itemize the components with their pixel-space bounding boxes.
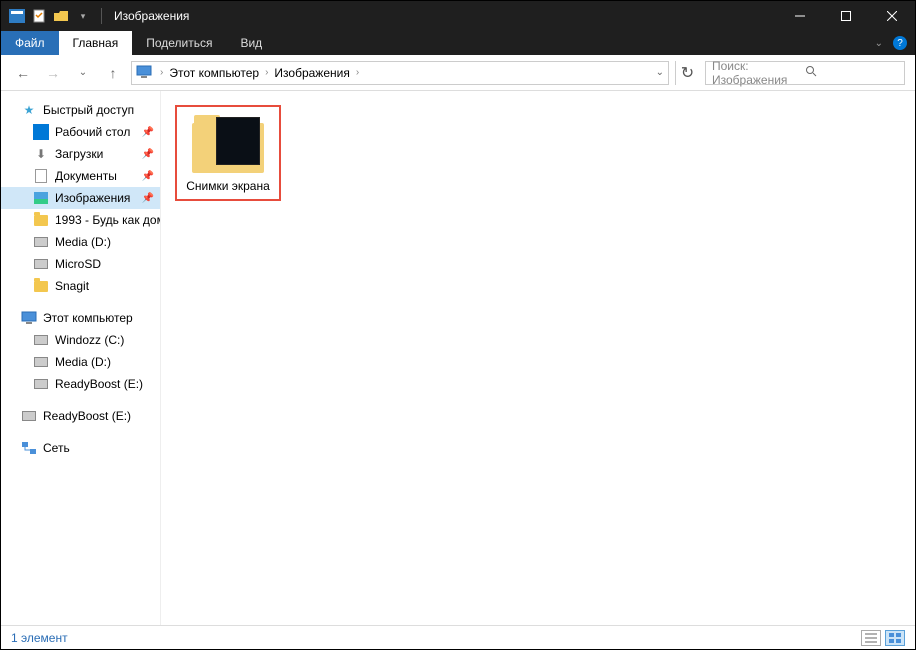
app-icon	[9, 8, 25, 24]
breadcrumb[interactable]: › Этот компьютер › Изображения › ⌄	[131, 61, 669, 85]
view-icons-button[interactable]	[885, 630, 905, 646]
sidebar-quick-access[interactable]: ★ Быстрый доступ	[1, 99, 160, 121]
sidebar-item-drive-c[interactable]: Windozz (C:)	[1, 329, 160, 351]
sidebar-item-microsd[interactable]: MicroSD	[1, 253, 160, 275]
sidebar-item-downloads[interactable]: ⬇ Загрузки 📌	[1, 143, 160, 165]
nav-up-button[interactable]: ↑	[101, 61, 125, 85]
sidebar-item-snagit[interactable]: Snagit	[1, 275, 160, 297]
sidebar-item-pictures[interactable]: Изображения 📌	[1, 187, 160, 209]
pin-icon: 📌	[142, 193, 154, 204]
tab-share[interactable]: Поделиться	[132, 31, 226, 55]
ribbon-expand-icon[interactable]: ⌄	[875, 38, 883, 49]
view-details-button[interactable]	[861, 630, 881, 646]
nav-recent-button[interactable]: ⌄	[71, 61, 95, 85]
window-title: Изображения	[114, 9, 189, 23]
sidebar-item-documents[interactable]: Документы 📌	[1, 165, 160, 187]
refresh-button[interactable]: ↻	[675, 61, 699, 85]
network-icon	[21, 440, 37, 456]
document-icon	[33, 168, 49, 184]
drive-icon	[33, 234, 49, 250]
sidebar: ★ Быстрый доступ Рабочий стол 📌 ⬇ Загруз…	[1, 91, 161, 625]
drive-icon	[33, 256, 49, 272]
help-icon[interactable]: ?	[893, 36, 907, 50]
maximize-button[interactable]	[823, 1, 869, 31]
ribbon-tabs: Файл Главная Поделиться Вид ⌄ ?	[1, 31, 915, 55]
status-text: 1 элемент	[11, 631, 68, 645]
folder-icon	[33, 278, 49, 294]
titlebar: ▾ Изображения	[1, 1, 915, 31]
pin-icon: 📌	[142, 171, 154, 182]
close-button[interactable]	[869, 1, 915, 31]
folder-label: Снимки экрана	[186, 179, 270, 193]
sidebar-item-media-d[interactable]: Media (D:)	[1, 231, 160, 253]
pc-icon	[21, 310, 37, 326]
path-dropdown-icon[interactable]: ⌄	[656, 67, 664, 78]
tab-view[interactable]: Вид	[226, 31, 276, 55]
drive-icon	[33, 354, 49, 370]
sidebar-item-desktop[interactable]: Рабочий стол 📌	[1, 121, 160, 143]
desktop-icon	[33, 124, 49, 140]
chevron-right-icon[interactable]: ›	[263, 67, 270, 78]
drive-icon	[33, 376, 49, 392]
nav-back-button[interactable]: ←	[11, 61, 35, 85]
qat-properties-icon[interactable]	[31, 8, 47, 24]
address-bar: ← → ⌄ ↑ › Этот компьютер › Изображения ›…	[1, 55, 915, 91]
qat-dropdown-icon[interactable]: ▾	[75, 8, 91, 24]
sidebar-readyboost[interactable]: ReadyBoost (E:)	[1, 405, 160, 427]
search-icon	[805, 65, 898, 80]
nav-forward-button[interactable]: →	[41, 61, 65, 85]
tab-home[interactable]: Главная	[59, 31, 133, 55]
search-placeholder: Поиск: Изображения	[712, 59, 805, 87]
qat-folder-icon[interactable]	[53, 8, 69, 24]
sidebar-network[interactable]: Сеть	[1, 437, 160, 459]
crumb-pictures[interactable]: Изображения	[272, 66, 351, 80]
sidebar-item-drive-d[interactable]: Media (D:)	[1, 351, 160, 373]
minimize-button[interactable]	[777, 1, 823, 31]
folder-item-screenshots[interactable]: Снимки экрана	[175, 105, 281, 201]
folder-thumbnail-icon	[192, 115, 264, 173]
drive-icon	[33, 332, 49, 348]
chevron-right-icon[interactable]: ›	[354, 67, 361, 78]
pictures-icon	[33, 190, 49, 206]
folder-icon	[33, 212, 49, 228]
pc-mini-icon	[136, 65, 152, 81]
crumb-this-pc[interactable]: Этот компьютер	[167, 66, 261, 80]
status-bar: 1 элемент	[1, 625, 915, 649]
drive-icon	[21, 408, 37, 424]
sidebar-item-folder[interactable]: 1993 - Будь как дом	[1, 209, 160, 231]
star-icon: ★	[21, 102, 37, 118]
sidebar-this-pc[interactable]: Этот компьютер	[1, 307, 160, 329]
download-icon: ⬇	[33, 146, 49, 162]
search-input[interactable]: Поиск: Изображения	[705, 61, 905, 85]
sidebar-item-drive-e[interactable]: ReadyBoost (E:)	[1, 373, 160, 395]
chevron-right-icon[interactable]: ›	[158, 67, 165, 78]
file-pane[interactable]: Снимки экрана	[161, 91, 915, 625]
pin-icon: 📌	[142, 127, 154, 138]
pin-icon: 📌	[142, 149, 154, 160]
tab-file[interactable]: Файл	[1, 31, 59, 55]
